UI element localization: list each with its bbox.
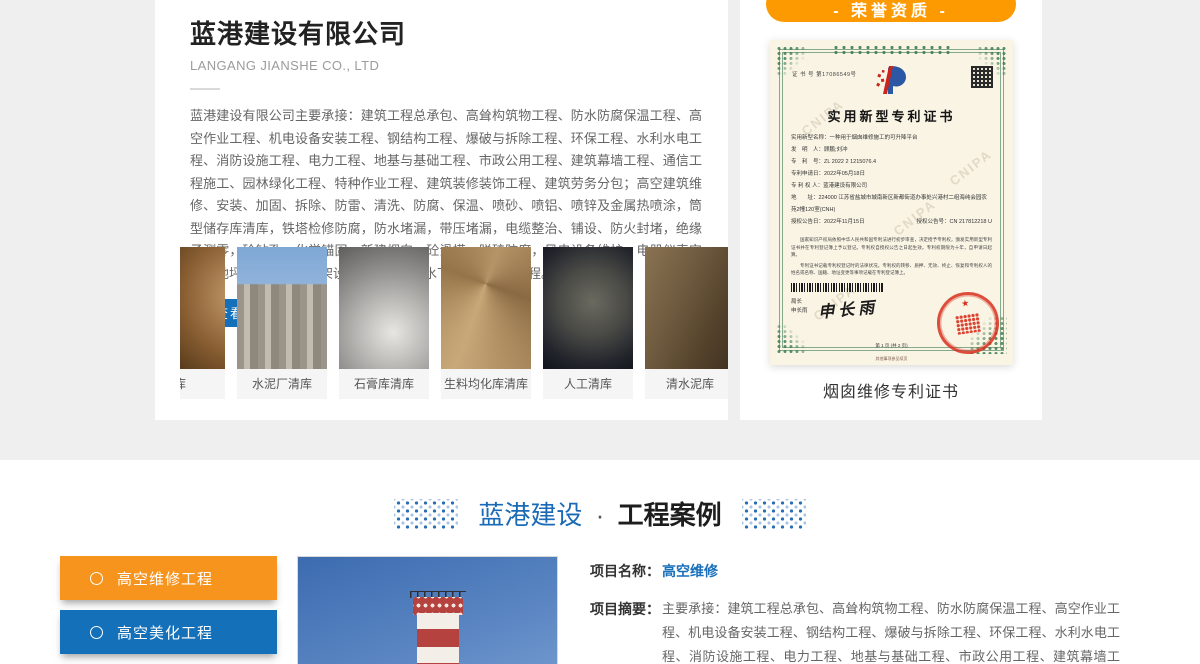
gallery-photo-blending-silo	[441, 247, 531, 369]
gallery-photo-silo-interior	[180, 247, 225, 369]
project-gallery-carousel[interactable]: 库 水泥厂清库 石膏库清库 生料均化库清库 人工清库	[180, 247, 728, 399]
field-patent-number: 专 利 号：ZL 2022 2 1215076.4	[791, 156, 992, 168]
tab-label: 高空维修工程	[117, 568, 213, 589]
honor-card: - 荣誉资质 - CNIPA CNIPA CNIPA CNIPA 证 书 号 第…	[740, 0, 1042, 420]
tab-high-altitude-beautify[interactable]: 高空美化工程	[60, 610, 277, 654]
gallery-item[interactable]: 水泥厂清库	[237, 247, 327, 399]
field-grant-date: 授权公告日：2022年11月15日	[791, 216, 865, 228]
section-title-brand: 蓝港建设	[478, 500, 582, 530]
section-heading: 蓝港建设 · 工程案例	[0, 460, 1200, 532]
seal-star-icon: ★	[961, 299, 970, 309]
patent-certificate-image[interactable]: CNIPA CNIPA CNIPA CNIPA 证 书 号 第17086549号	[770, 40, 1013, 365]
gallery-item[interactable]: 石膏库清库	[339, 247, 429, 399]
tab-high-altitude-repair[interactable]: 高空维修工程	[60, 556, 277, 600]
barcode-icon	[791, 283, 883, 292]
gallery-caption: 水泥厂清库	[237, 369, 327, 399]
field-address: 地 址：224000 江苏省盐城市城南新区新都街道办事处兴港村二组海纯会园农苑2…	[791, 192, 992, 216]
project-summary-text: 主要承接：建筑工程总承包、高耸构筑物工程、防水防腐保温工程、高空作业工程、机电设…	[662, 597, 1120, 664]
project-name-label: 项目名称：	[590, 559, 662, 583]
field-apply-date: 专利申请日：2022年05月18日	[791, 168, 992, 180]
page: 蓝港建设有限公司 LANGANG JIANSHE CO., LTD 蓝港建设有限…	[0, 0, 1200, 664]
gallery-photo-manual-clearing	[543, 247, 633, 369]
certificate-footnote: 其他事项参见续页	[770, 356, 1013, 362]
certificate-number: 证 书 号 第17086549号	[792, 70, 857, 78]
circle-bullet-icon	[90, 626, 103, 639]
gallery-item[interactable]: 生料均化库清库	[441, 247, 531, 399]
project-summary-label: 项目摘要：	[590, 597, 662, 664]
director-block: 局长 申长雨	[791, 298, 808, 316]
field-utility-name: 实用新型名称：一种用于烟囱维修施工的可升降平台	[791, 132, 992, 144]
gallery-photo-gypsum-silo	[339, 247, 429, 369]
certificate-caption: 烟囱维修专利证书	[740, 378, 1042, 402]
cnipa-logo-icon	[875, 64, 909, 101]
gallery-caption: 清水泥库	[645, 369, 728, 399]
tab-label: 高空美化工程	[117, 622, 213, 643]
honor-ribbon-badge[interactable]: - 荣誉资质 -	[766, 0, 1016, 22]
legal-paragraph: 国家知识产权局依照中华人民共和国专利法进行初步审查，决定授予专利权，颁发实用新型…	[791, 236, 992, 259]
gallery-item[interactable]: 清水泥库	[645, 247, 728, 399]
director-name: 申长雨	[791, 307, 808, 316]
dots-ornament-right-icon	[742, 499, 806, 529]
legal-paragraph: 专利证书记载专利权登记时的法律状况。专利权的转移、质押、无效、终止、恢复和专利权…	[791, 262, 992, 277]
gallery-caption: 库	[180, 369, 225, 399]
certificate-legal-text: 国家知识产权局依照中华人民共和国专利法进行初步审查，决定授予专利权，颁发实用新型…	[791, 236, 992, 280]
case-photo-chimney[interactable]	[297, 556, 558, 664]
cases-section: 蓝港建设 · 工程案例 高空维修工程 高空美化工程	[0, 460, 1200, 664]
qr-code-icon	[971, 66, 993, 88]
gallery-photo-clean-silo	[645, 247, 728, 369]
gallery-caption: 人工清库	[543, 369, 633, 399]
section-title-separator: ·	[596, 500, 605, 530]
company-title: 蓝港建设有限公司	[190, 14, 702, 51]
section-title: 蓝港建设 · 工程案例	[478, 495, 721, 532]
gallery-caption: 生料均化库清库	[441, 369, 531, 399]
director-label: 局长	[791, 298, 808, 307]
certificate-title: 实用新型专利证书	[770, 106, 1013, 125]
field-patentee: 专 利 权 人：蓝港建设有限公司	[791, 180, 992, 192]
gallery-item[interactable]: 人工清库	[543, 247, 633, 399]
circle-bullet-icon	[90, 572, 103, 585]
seal-emblem-icon	[955, 313, 981, 335]
project-name-value[interactable]: 高空维修	[662, 559, 718, 583]
certificate-fields: 实用新型名称：一种用于烟囱维修施工的可升降平台 发 明 人：顾鹏;刘冲 专 利 …	[791, 132, 992, 228]
gallery-track: 库 水泥厂清库 石膏库清库 生料均化库清库 人工清库	[180, 247, 728, 399]
chimney-stack	[417, 613, 459, 664]
gallery-caption: 石膏库清库	[339, 369, 429, 399]
dots-ornament-left-icon	[394, 499, 458, 529]
garland-ornament-icon	[832, 45, 952, 54]
field-grant-number: 授权公告号：CN 217812218 U	[916, 216, 992, 228]
gallery-photo-cement-plant	[237, 247, 327, 369]
case-info: 项目名称： 高空维修 项目摘要： 主要承接：建筑工程总承包、高耸构筑物工程、防水…	[590, 559, 1120, 664]
divider	[190, 88, 220, 90]
certificate-page-note: 第 1 页 (共 2 页)	[770, 343, 1013, 349]
field-inventor: 发 明 人：顾鹏;刘冲	[791, 144, 992, 156]
company-intro-card: 蓝港建设有限公司 LANGANG JIANSHE CO., LTD 蓝港建设有限…	[155, 0, 728, 420]
section-title-main: 工程案例	[618, 500, 722, 530]
gallery-item[interactable]: 库	[180, 247, 225, 399]
company-subtitle: LANGANG JIANSHE CO., LTD	[190, 58, 702, 73]
corner-ornament-icon	[776, 324, 806, 354]
case-category-tabs: 高空维修工程 高空美化工程	[60, 556, 277, 664]
